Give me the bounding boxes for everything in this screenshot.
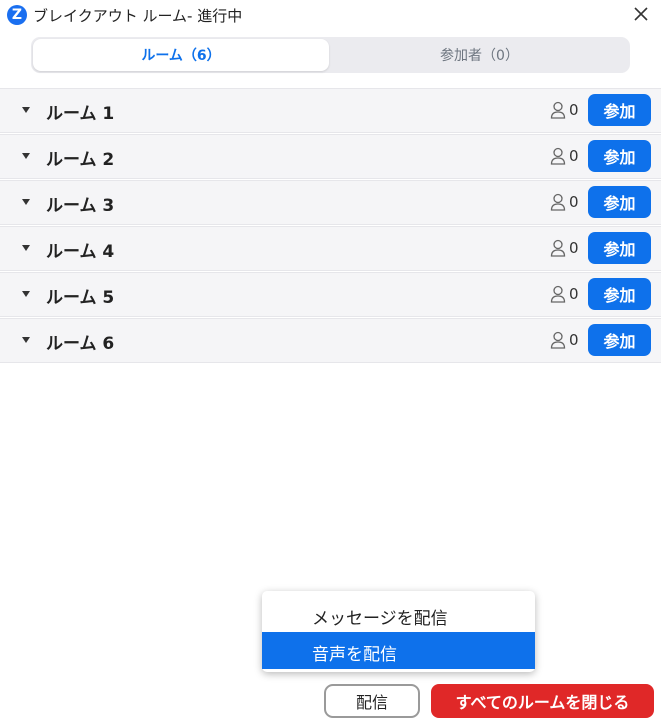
title-bar: Z ブレイクアウト ルーム- 進行中 — [0, 0, 661, 32]
expand-caret-icon[interactable] — [22, 107, 30, 113]
room-row[interactable]: ルーム 1 0 参加 — [0, 88, 661, 133]
menu-item-broadcast-message[interactable]: メッセージを配信 — [262, 596, 535, 633]
person-icon — [550, 239, 566, 257]
broadcast-button[interactable]: 配信 — [324, 684, 420, 718]
room-list: ルーム 1 0 参加 ルーム 2 0 参加 ルーム 3 0 参加 ルーム 4 0… — [0, 88, 661, 364]
person-icon — [550, 147, 566, 165]
person-icon — [550, 101, 566, 119]
tab-bar: ルーム（6） 参加者（0） — [31, 37, 630, 73]
room-name: ルーム 6 — [46, 334, 115, 354]
join-button[interactable]: 参加 — [588, 278, 651, 310]
room-name: ルーム 3 — [46, 196, 115, 216]
tab-participants[interactable]: 参加者（0） — [331, 39, 628, 71]
participant-count: 0 — [569, 147, 579, 165]
menu-item-label: メッセージを配信 — [312, 609, 448, 629]
participant-count: 0 — [569, 193, 579, 211]
expand-caret-icon[interactable] — [22, 337, 30, 343]
menu-item-label: 音声を配信 — [312, 645, 397, 665]
person-icon — [550, 331, 566, 349]
close-all-rooms-button[interactable]: すべてのルームを閉じる — [431, 684, 654, 718]
room-row[interactable]: ルーム 6 0 参加 — [0, 318, 661, 363]
room-name: ルーム 2 — [46, 150, 115, 170]
window-title: ブレイクアウト ルーム- 進行中 — [33, 7, 243, 25]
person-icon — [550, 193, 566, 211]
participant-count: 0 — [569, 239, 579, 257]
expand-caret-icon[interactable] — [22, 153, 30, 159]
expand-caret-icon[interactable] — [22, 199, 30, 205]
join-button[interactable]: 参加 — [588, 324, 651, 356]
room-row[interactable]: ルーム 2 0 参加 — [0, 134, 661, 179]
room-row[interactable]: ルーム 5 0 参加 — [0, 272, 661, 317]
zoom-logo-icon: Z — [7, 5, 27, 25]
close-icon[interactable] — [631, 4, 651, 24]
room-name: ルーム 1 — [46, 104, 115, 124]
join-button[interactable]: 参加 — [588, 140, 651, 172]
tab-rooms[interactable]: ルーム（6） — [33, 39, 329, 71]
participant-count: 0 — [569, 331, 579, 349]
broadcast-menu: メッセージを配信 音声を配信 — [262, 591, 535, 672]
menu-item-broadcast-audio[interactable]: 音声を配信 — [262, 632, 535, 669]
participant-count: 0 — [569, 285, 579, 303]
expand-caret-icon[interactable] — [22, 291, 30, 297]
participant-count: 0 — [569, 101, 579, 119]
join-button[interactable]: 参加 — [588, 94, 651, 126]
room-row[interactable]: ルーム 3 0 参加 — [0, 180, 661, 225]
join-button[interactable]: 参加 — [588, 232, 651, 264]
room-row[interactable]: ルーム 4 0 参加 — [0, 226, 661, 271]
room-name: ルーム 4 — [46, 242, 115, 262]
expand-caret-icon[interactable] — [22, 245, 30, 251]
person-icon — [550, 285, 566, 303]
join-button[interactable]: 参加 — [588, 186, 651, 218]
room-name: ルーム 5 — [46, 288, 115, 308]
